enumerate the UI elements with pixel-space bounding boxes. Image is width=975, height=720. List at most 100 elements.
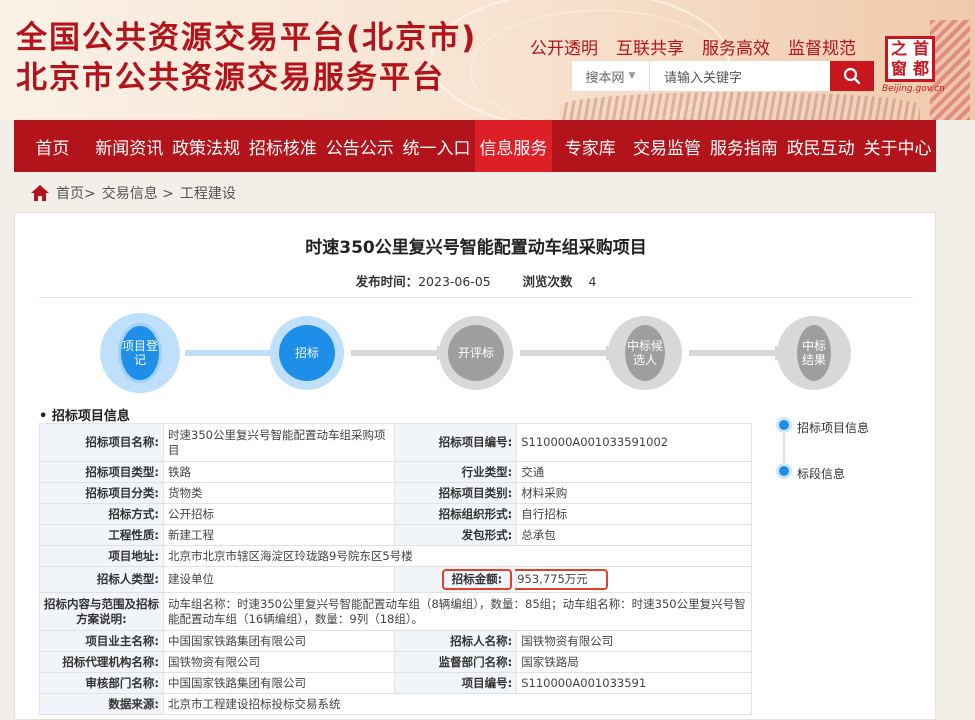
field-label: 招标代理机构名称: xyxy=(39,651,164,673)
step-label: 项目登记 xyxy=(118,323,162,383)
nav-item-home[interactable]: 首页 xyxy=(14,120,91,172)
nav-item-info-service[interactable]: 信息服务 xyxy=(474,120,552,172)
scope-label-line1: 招标内容与范围及招标 xyxy=(44,596,159,611)
field-value: S110000A001033591 xyxy=(516,672,752,694)
nav-item-guide[interactable]: 服务指南 xyxy=(705,120,782,172)
step-connector xyxy=(185,345,281,361)
field-label: 工程性质: xyxy=(39,524,164,546)
field-value: 总承包 xyxy=(516,524,752,546)
field-label: 招标项目类别: xyxy=(394,482,518,504)
site-title-beijing: 北京市公共资源交易服务平台 xyxy=(16,60,445,96)
field-label: 审核部门名称: xyxy=(39,672,164,694)
breadcrumb: 首页> 交易信息 > 工程建设 xyxy=(30,181,236,205)
amount-label-highlight: 招标金额: xyxy=(441,569,513,590)
field-label: 发包形式: xyxy=(394,524,518,546)
field-value: 北京市工程建设招标投标交易系统 xyxy=(163,693,752,715)
step-connector xyxy=(689,345,785,361)
field-value: 中国国家铁路集团有限公司 xyxy=(162,630,396,652)
field-value: 新建工程 xyxy=(162,524,396,546)
field-label: 招标项目编号: xyxy=(394,423,518,462)
field-value: 铁路 xyxy=(162,461,396,483)
amount-label-cell: 招标金额: xyxy=(394,566,518,593)
step-label: 招标 xyxy=(279,325,335,381)
step-label: 中标结果 xyxy=(797,325,831,381)
field-value: 自行招标 xyxy=(516,503,752,525)
breadcrumb-engineering[interactable]: 工程建设 xyxy=(180,183,236,203)
scope-value: 动车组名称：时速350公里复兴号智能配置动车组（8辆编组），数量：85组；动车组… xyxy=(163,592,752,631)
chevron-down-icon: ▼ xyxy=(628,71,636,81)
table-row: 审核部门名称: 中国国家铁路集团有限公司 项目编号: S110000A00103… xyxy=(39,672,752,694)
field-label: 招标内容与范围及招标 方案说明: xyxy=(39,592,164,631)
field-label: 招标项目分类: xyxy=(39,482,164,504)
field-value: 材料采购 xyxy=(516,482,752,504)
slogan: 互联共享 xyxy=(616,39,684,59)
field-value: 公开招标 xyxy=(162,503,396,525)
field-label: 招标项目名称: xyxy=(39,423,164,462)
step-connector xyxy=(351,345,447,361)
home-icon xyxy=(31,185,49,201)
search-scope-select[interactable]: 搜本网 ▼ xyxy=(572,61,650,91)
field-value: 中国国家铁路集团有限公司 xyxy=(162,672,396,694)
anchor-nav: 招标项目信息 标段信息 xyxy=(775,417,925,487)
progress-steps: 项目登记 招标 开评标 中标候选人 中标结果 xyxy=(15,313,937,393)
stadium-illustration xyxy=(560,92,920,120)
field-value: 国铁物资有限公司 xyxy=(162,651,396,673)
scope-label-line2: 方案说明: xyxy=(76,611,127,626)
nav-item-about[interactable]: 关于中心 xyxy=(859,120,936,172)
step-result[interactable]: 中标结果 xyxy=(777,316,851,390)
tower-illustration xyxy=(930,20,970,120)
table-row: 项目地址: 北京市北京市辖区海淀区玲珑路9号院东区5号楼 xyxy=(39,545,752,567)
site-title-national: 全国公共资源交易平台(北京市) xyxy=(16,20,478,56)
table-row: 招标方式: 公开招标 招标组织形式: 自行招标 xyxy=(39,503,752,525)
anchor-project-info[interactable]: 招标项目信息 xyxy=(797,419,869,436)
nav-item-interaction[interactable]: 政民互动 xyxy=(782,120,859,172)
publish-date: 2023-06-05 xyxy=(418,274,491,289)
nav-item-approval[interactable]: 招标核准 xyxy=(244,120,321,172)
beijing-gov-logo[interactable]: 之 首 窗 都 xyxy=(885,36,935,82)
logo-char: 都 xyxy=(912,59,929,78)
table-row: 工程性质: 新建工程 发包形式: 总承包 xyxy=(39,524,752,546)
logo-subtitle: Beijing.gov.cn xyxy=(882,84,945,94)
project-info-table: 招标项目名称: 时速350公里复兴号智能配置动车组采购项目 招标项目编号: S1… xyxy=(39,423,752,715)
project-address-value: 北京市北京市辖区海淀区玲珑路9号院东区5号楼 xyxy=(163,545,752,567)
step-connector xyxy=(520,345,616,361)
project-meta: 发布时间：2023-06-05 浏览次数 4 xyxy=(15,271,937,290)
amount-value-cell: 953,775万元 xyxy=(515,566,752,593)
field-value: 货物类 xyxy=(162,482,396,504)
slogan: 公开透明 xyxy=(530,39,598,59)
step-registration[interactable]: 项目登记 xyxy=(100,313,180,393)
field-value: 建设单位 xyxy=(162,566,396,593)
slogan: 服务高效 xyxy=(702,39,770,59)
search-button[interactable] xyxy=(830,61,874,91)
nav-item-portal[interactable]: 统一入口 xyxy=(398,120,475,172)
logo-char: 窗 xyxy=(890,59,907,78)
table-row: 数据来源: 北京市工程建设招标投标交易系统 xyxy=(39,693,752,715)
field-label: 招标方式: xyxy=(39,503,164,525)
publish-label: 发布时间： xyxy=(355,274,419,289)
project-name-value: 时速350公里复兴号智能配置动车组采购项目 xyxy=(162,423,396,462)
nav-item-announcement[interactable]: 公告公示 xyxy=(321,120,398,172)
field-value: 国铁物资有限公司 xyxy=(516,630,752,652)
nav-item-news[interactable]: 新闻资讯 xyxy=(91,120,168,172)
field-value: 国家铁路局 xyxy=(516,651,752,673)
search-icon xyxy=(843,67,861,85)
nav-item-supervision[interactable]: 交易监管 xyxy=(629,120,706,172)
breadcrumb-home[interactable]: 首页> xyxy=(56,183,96,203)
field-label: 招标人类型: xyxy=(39,566,164,593)
search-input[interactable]: 请输入关键字 xyxy=(650,61,830,91)
anchor-section-info[interactable]: 标段信息 xyxy=(797,465,845,482)
nav-item-experts[interactable]: 专家库 xyxy=(552,120,629,172)
slogans: 公开透明 互联共享 服务高效 监督规范 xyxy=(530,34,856,59)
field-label: 监督部门名称: xyxy=(394,651,518,673)
views-count: 4 xyxy=(588,274,597,289)
search-bar: 搜本网 ▼ 请输入关键字 xyxy=(572,61,874,91)
step-candidates[interactable]: 中标候选人 xyxy=(608,316,682,390)
step-opening[interactable]: 开评标 xyxy=(439,316,513,390)
table-row: 招标项目分类: 货物类 招标项目类别: 材料采购 xyxy=(39,482,752,504)
breadcrumb-trading-info[interactable]: 交易信息 > xyxy=(102,183,174,203)
search-placeholder: 请输入关键字 xyxy=(664,70,743,86)
table-row: 招标项目名称: 时速350公里复兴号智能配置动车组采购项目 招标项目编号: S1… xyxy=(39,423,752,462)
nav-item-policy[interactable]: 政策法规 xyxy=(168,120,245,172)
logo-char: 首 xyxy=(912,39,929,58)
step-bidding[interactable]: 招标 xyxy=(270,316,344,390)
